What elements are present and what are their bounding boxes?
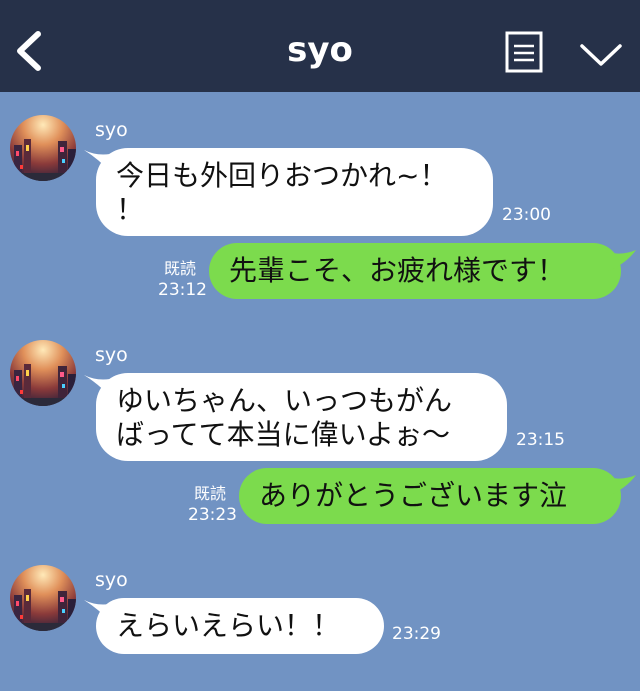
back-button[interactable] [8,26,52,74]
message-text: ！ [116,193,145,226]
message-time: 23:12 [158,280,207,300]
expand-button[interactable] [578,38,624,70]
message-time: 23:15 [516,430,565,450]
message-bubble[interactable]: えらいえらい！！ [96,598,384,654]
message-bubble[interactable]: 先輩こそ、お疲れ様です！ [209,243,621,299]
sender-name: syo [95,344,128,366]
message-text: ゆいちゃん、いっつもがん [116,384,453,417]
chat-title: syo [287,30,353,70]
message-text: 今日も外回りおつかれ~！ [116,159,448,192]
message-bubble[interactable]: 今日も外回りおつかれ~！ ！ [96,148,493,236]
bubble-tail [606,250,636,272]
sender-name: syo [95,119,128,141]
message-text: 先輩こそ、お疲れ様です！ [229,254,566,287]
read-label: 既読 [163,259,196,278]
message-bubble[interactable]: ゆいちゃん、いっつもがん ばってて本当に偉いよぉ〜 [96,373,507,461]
city-night-avatar-icon [10,565,76,631]
message-time: 23:00 [502,205,551,225]
message-text: ばってて本当に偉いよぉ〜 [116,418,451,451]
chat-screen: syo syo 今日も外回りおつかれ~！ ！ 23:00 既読 23:12 先輩… [0,0,640,691]
bubble-tail [606,475,636,497]
sender-name: syo [95,569,128,591]
message-text: えらいえらい！！ [116,609,341,642]
chevron-left-icon [17,31,41,71]
avatar[interactable] [10,340,76,406]
message-text: ありがとうございます泣 [259,479,568,512]
list-icon [505,31,543,73]
menu-button[interactable] [505,31,543,73]
avatar[interactable] [10,565,76,631]
read-label: 既読 [193,484,226,503]
message-time: 23:29 [392,624,441,644]
header-bar: syo [0,0,640,92]
chevron-down-icon [580,44,622,66]
message-time: 23:23 [188,505,237,525]
city-night-avatar-icon [10,115,76,181]
city-night-avatar-icon [10,340,76,406]
avatar[interactable] [10,115,76,181]
message-bubble[interactable]: ありがとうございます泣 [239,468,621,524]
